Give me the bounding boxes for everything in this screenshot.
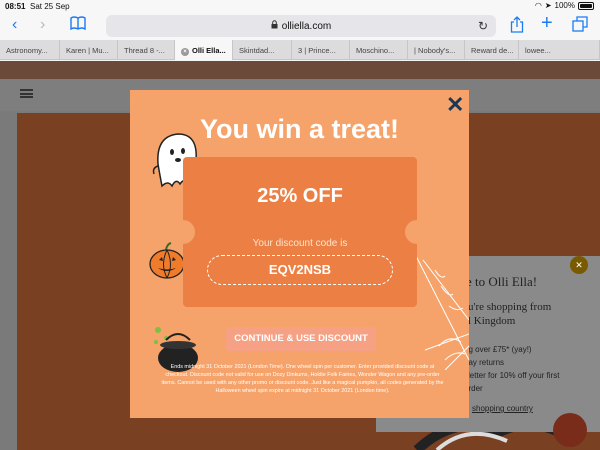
list-item: day returns	[464, 358, 505, 367]
battery-percent: 100%	[554, 1, 575, 10]
status-date: Sat 25 Sep	[30, 2, 70, 11]
list-item: sletter for 10% off your first	[464, 371, 560, 380]
location-icon: ➤	[544, 1, 552, 10]
tab[interactable]: Astronomy...	[0, 40, 60, 60]
wifi-icon: ◠	[534, 1, 542, 10]
reload-icon[interactable]: ↻	[478, 19, 488, 33]
tab[interactable]: Karen | Mu...	[60, 40, 118, 60]
browser-toolbar: ‹ › olliella.com ↻ +	[0, 12, 600, 40]
discount-code[interactable]: EQV2NSB	[207, 255, 393, 285]
welcome-heading: e to Olli Ella!	[466, 274, 538, 289]
forward-icon[interactable]: ›	[40, 16, 45, 34]
tab[interactable]: | Nobody's...	[408, 40, 465, 60]
close-tab-icon[interactable]: ×	[181, 48, 189, 56]
address-url: olliella.com	[281, 20, 332, 32]
tab-label: Reward de...	[471, 46, 514, 55]
tab[interactable]: Moschino...	[350, 40, 408, 60]
change-country-link[interactable]: shopping country	[472, 404, 533, 413]
tab-label: Thread 8 -...	[124, 46, 165, 55]
tab-label: | Nobody's...	[414, 46, 456, 55]
share-icon[interactable]	[510, 16, 524, 38]
list-item: order	[464, 384, 483, 393]
chat-button[interactable]	[553, 413, 587, 447]
new-tab-icon[interactable]: +	[541, 13, 553, 33]
discount-modal: ✕ You win a treat! 25% OFF Your discount…	[130, 90, 469, 418]
pumpkin-icon	[149, 242, 185, 279]
discount-code-label: Your discount code is	[252, 238, 348, 249]
announcement-strip	[0, 61, 600, 79]
status-right: ◠ ➤ 100%	[535, 1, 594, 10]
tab-label: lowee...	[525, 46, 551, 55]
tab-label: Olli Ella...	[192, 46, 226, 55]
tab-bar: Astronomy... Karen | Mu... Thread 8 -...…	[0, 40, 600, 60]
discount-amount: 25% OFF	[257, 185, 343, 207]
tab[interactable]: Thread 8 -...	[118, 40, 175, 60]
list-item: ng over £75* (yay!)	[464, 345, 532, 354]
tab-active[interactable]: × Olli Ella...	[175, 40, 233, 60]
terms-text: Ends midnight 31 October 2021 (London Ti…	[161, 364, 444, 394]
back-icon[interactable]: ‹	[12, 16, 17, 34]
discount-ticket: 25% OFF Your discount code is EQV2NSB	[171, 157, 429, 307]
tab-label: Karen | Mu...	[66, 46, 109, 55]
bookmarks-icon[interactable]	[70, 16, 86, 35]
panel-close-button[interactable]: ✕	[570, 256, 588, 274]
tab-label: Astronomy...	[6, 46, 48, 55]
tabs-overview-icon[interactable]	[572, 16, 588, 37]
tab[interactable]: 3 | Prince...	[292, 40, 350, 60]
country-line: l Kingdom	[468, 315, 516, 327]
benefits-list: ng over £75* (yay!) day returns sletter …	[464, 343, 594, 395]
status-bar: 08:51 Sat 25 Sep ◠ ➤ 100%	[0, 0, 600, 12]
close-button[interactable]: ✕	[446, 94, 464, 116]
tab-label: Skintdad...	[239, 46, 275, 55]
hamburger-menu-icon[interactable]	[20, 89, 33, 98]
tab[interactable]: Reward de...	[465, 40, 519, 60]
battery-icon	[578, 1, 594, 10]
tab[interactable]: lowee...	[519, 40, 600, 60]
shopping-from-text: u're shopping from l Kingdom	[468, 300, 588, 328]
tab[interactable]: Skintdad...	[233, 40, 292, 60]
lock-icon	[271, 20, 278, 32]
status-time: 08:51	[5, 2, 26, 11]
address-bar[interactable]: olliella.com ↻	[106, 15, 496, 37]
shopping-from-line: u're shopping from	[468, 301, 552, 313]
tab-label: 3 | Prince...	[298, 46, 336, 55]
tab-label: Moschino...	[356, 46, 395, 55]
continue-button[interactable]: CONTINUE & USE DISCOUNT	[226, 327, 376, 351]
